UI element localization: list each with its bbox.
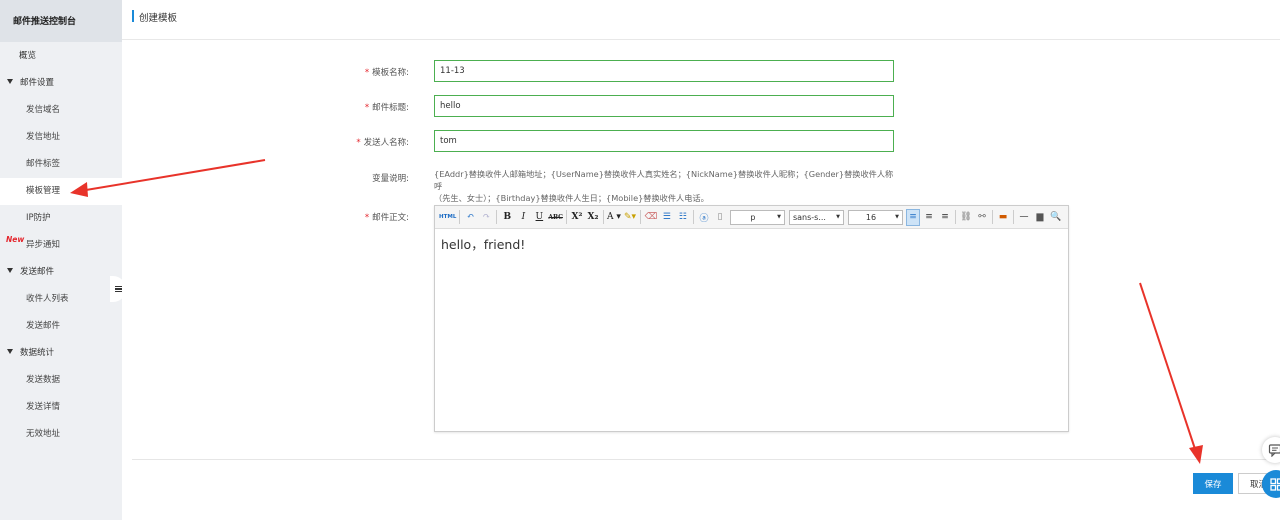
separator — [692, 210, 694, 224]
template-name-input[interactable] — [434, 60, 894, 82]
font-family-select[interactable]: sans-s... ▼ — [788, 209, 844, 225]
sidebar-title: 邮件推送控制台 — [0, 0, 122, 42]
sender-name-label: * 发送人名称: — [356, 138, 409, 148]
save-button[interactable]: 保存 — [1193, 473, 1233, 494]
italic-icon[interactable]: I — [516, 209, 530, 226]
menu-icon — [114, 285, 122, 294]
page-header: 创建模板 — [122, 0, 1280, 40]
font-size-select[interactable]: 16 ▼ — [847, 209, 903, 225]
editor-content[interactable]: hello，friend! — [435, 229, 1068, 258]
chevron-down-icon — [7, 349, 13, 354]
header-accent-bar — [132, 10, 134, 22]
sidebar-item-invalid-address[interactable]: 无效地址 — [0, 421, 122, 448]
sender-name-input[interactable] — [434, 130, 894, 152]
sidebar-group-statistics[interactable]: 数据统计 — [0, 340, 122, 367]
separator — [496, 210, 498, 224]
arrow-to-save-button — [1139, 282, 1197, 453]
arrowhead — [1189, 445, 1203, 464]
sidebar-item-overview[interactable]: 概览 — [0, 43, 122, 70]
eraser-icon[interactable]: ⌫ — [644, 209, 658, 226]
align-center-icon[interactable]: ≡ — [922, 209, 936, 226]
redo-icon[interactable]: ↷ — [479, 209, 493, 226]
sidebar-item-send-mail[interactable]: 发送邮件 — [0, 313, 122, 340]
body-label: * 邮件正文: — [364, 213, 409, 223]
template-name-label: * 模板名称: — [364, 68, 409, 78]
link-icon[interactable]: ⛓ — [959, 209, 973, 226]
chevron-down-icon — [7, 79, 13, 84]
variables-description: {EAddr}替换收件人邮箱地址；{UserName}替换收件人真实姓名；{Ni… — [434, 169, 894, 203]
sidebar-group-label: 发送邮件 — [20, 267, 55, 277]
highlight-color-icon[interactable]: ✎▾ — [623, 209, 637, 226]
editor-toolbar: HTML ↶ ↷ B I U ABC X² X₂ A ▾ ✎▾ ⌫ ☰ ☷ ⓐ … — [435, 206, 1068, 229]
html-source-icon[interactable]: HTML — [439, 209, 456, 226]
separator — [954, 210, 956, 224]
undo-icon[interactable]: ↶ — [463, 209, 477, 226]
grid-icon — [1269, 477, 1280, 491]
new-badge: New — [6, 235, 25, 244]
separator — [565, 210, 567, 224]
separator — [991, 210, 993, 224]
paragraph-format-select[interactable]: p ▼ — [729, 209, 785, 225]
strikethrough-icon[interactable]: ABC — [548, 209, 563, 226]
subject-label: * 邮件标题: — [364, 103, 409, 113]
align-left-icon[interactable]: ≡ — [905, 208, 920, 226]
separator — [602, 210, 604, 224]
rich-text-editor: HTML ↶ ↷ B I U ABC X² X₂ A ▾ ✎▾ ⌫ ☰ ☷ ⓐ … — [434, 205, 1069, 432]
page-title: 创建模板 — [139, 13, 178, 24]
sidebar-group-label: 数据统计 — [20, 348, 55, 358]
unordered-list-icon[interactable]: ☷ — [676, 209, 690, 226]
sidebar-item-recipient-list[interactable]: 收件人列表 — [0, 286, 122, 313]
footer-divider — [132, 459, 1280, 460]
sidebar-group-mail-settings[interactable]: 邮件设置 — [0, 70, 122, 97]
bold-icon[interactable]: B — [500, 209, 514, 226]
ordered-list-icon[interactable]: ☰ — [660, 209, 674, 226]
chat-icon — [1268, 444, 1280, 457]
print-icon[interactable]: ▆ — [1033, 209, 1047, 226]
superscript-icon[interactable]: X² — [570, 209, 584, 226]
sidebar: 邮件推送控制台 概览 邮件设置 发信域名 发信地址 邮件标签 模板管理 IP防护… — [0, 0, 122, 520]
subscript-icon[interactable]: X₂ — [586, 209, 600, 226]
underline-icon[interactable]: U — [532, 209, 546, 226]
sidebar-item-sending-domain[interactable]: 发信域名 — [0, 97, 122, 124]
sidebar-group-send-mail[interactable]: 发送邮件 — [0, 259, 122, 286]
sidebar-item-ip-protection[interactable]: IP防护 — [0, 205, 122, 232]
image-icon[interactable]: ▬ — [996, 209, 1010, 226]
document-icon[interactable]: ▯ — [713, 209, 727, 226]
font-color-icon[interactable]: A ▾ — [607, 209, 621, 226]
sidebar-item-sending-address[interactable]: 发信地址 — [0, 124, 122, 151]
sidebar-group-label: 邮件设置 — [20, 78, 55, 88]
subject-input[interactable] — [434, 95, 894, 117]
sidebar-item-send-data[interactable]: 发送数据 — [0, 367, 122, 394]
horizontal-rule-icon[interactable]: — — [1017, 209, 1031, 226]
separator — [459, 210, 461, 224]
separator — [639, 210, 641, 224]
chevron-down-icon — [7, 268, 13, 273]
preview-icon[interactable]: 🔍 — [1049, 209, 1063, 226]
variables-label: 变量说明: — [372, 174, 409, 184]
sidebar-collapse-handle[interactable] — [110, 276, 126, 302]
sidebar-item-send-details[interactable]: 发送详情 — [0, 394, 122, 421]
paste-text-icon[interactable]: ⓐ — [697, 209, 711, 226]
separator — [1012, 210, 1014, 224]
sidebar-item-template-management[interactable]: 模板管理 — [0, 178, 122, 205]
align-right-icon[interactable]: ≡ — [938, 209, 952, 226]
sidebar-item-mail-tags[interactable]: 邮件标签 — [0, 151, 122, 178]
unlink-icon[interactable]: ⚯ — [975, 209, 989, 226]
